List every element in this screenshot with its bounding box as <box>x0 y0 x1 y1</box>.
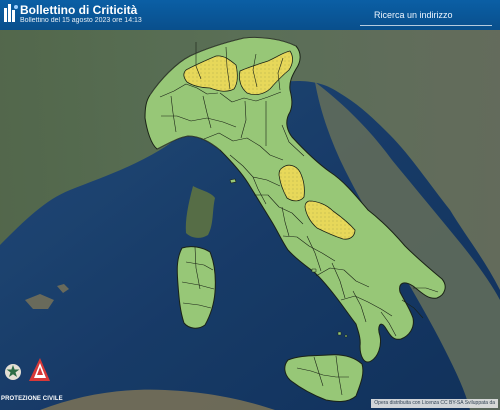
criticality-map[interactable] <box>0 30 500 410</box>
app-header: Bollettino di Criticità Bollettino del 1… <box>0 0 500 30</box>
brand-name: PROTEZIONE CIVILE <box>1 396 63 402</box>
page-title: Bollettino di Criticità <box>20 3 138 17</box>
map-attribution: Opera distribuita con Licenza CC BY-SA S… <box>371 399 498 408</box>
protezione-civile-logo: PROTEZIONE CIVILE <box>0 356 63 410</box>
civil-protection-triangle-icon <box>29 358 50 381</box>
italy-capri-ischia[interactable] <box>311 268 317 273</box>
bulletin-logo-icon <box>4 4 18 22</box>
italy-sardinia[interactable] <box>176 246 216 329</box>
bulletin-date: Bollettino del 15 agosto 2023 ore 14:13 <box>20 17 142 24</box>
italian-emblem-icon <box>5 364 21 380</box>
address-search-input[interactable]: Ricerca un indirizzo <box>360 4 492 26</box>
italy-elba[interactable] <box>229 178 237 184</box>
